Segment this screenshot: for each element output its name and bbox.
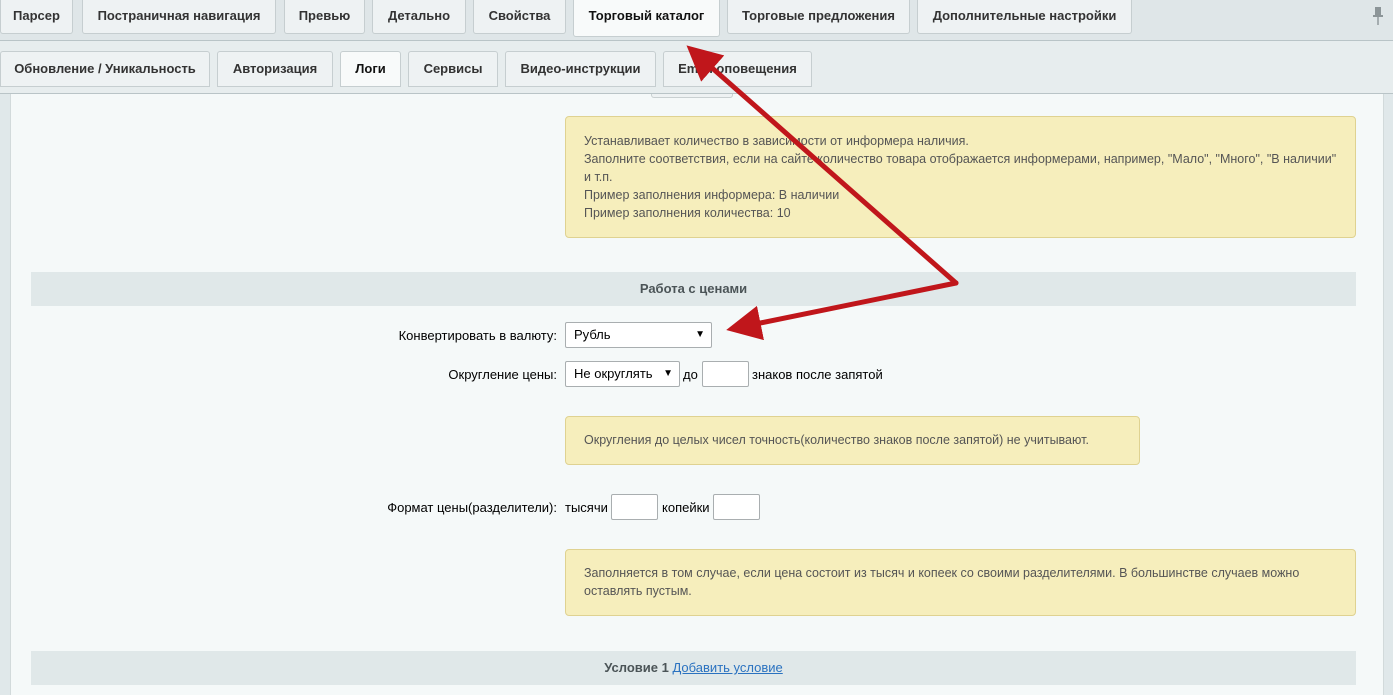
tab-pagination[interactable]: Постраничная навигация <box>82 0 276 34</box>
price-format-label: Формат цены(разделители): <box>387 500 557 515</box>
tab-detail[interactable]: Детально <box>372 0 466 34</box>
pin-icon[interactable] <box>1371 6 1385 26</box>
sub-tabs-bar: Обновление / Уникальность Авторизация Ло… <box>0 41 1393 94</box>
tab-preview[interactable]: Превью <box>284 0 365 34</box>
quantity-info-line2: Заполните соответствия, если на сайте ко… <box>584 152 1337 184</box>
currency-select-value: Рубль <box>574 327 611 342</box>
rounding-digits-input[interactable] <box>702 361 749 387</box>
tab-services[interactable]: Сервисы <box>408 51 498 87</box>
tab-parser[interactable]: Парсер <box>0 0 73 34</box>
rounding-label: Округление цены: <box>448 367 557 382</box>
rounding-select-value: Не округлять <box>574 366 653 381</box>
tab-logs[interactable]: Логи <box>340 51 401 87</box>
tab-update-uniqueness[interactable]: Обновление / Уникальность <box>0 51 210 87</box>
rounding-info-note: Округления до целых чисел точность(колич… <box>565 416 1140 465</box>
add-condition-link[interactable]: Добавить условие <box>672 660 782 675</box>
rounding-select[interactable]: Не округлять ▼ <box>565 361 680 387</box>
convert-currency-label: Конвертировать в валюту: <box>398 328 557 343</box>
format-info-note: Заполняется в том случае, если цена сост… <box>565 549 1356 616</box>
quantity-info-line4: Пример заполнения количества: 10 <box>584 206 791 220</box>
format-info-text: Заполняется в том случае, если цена сост… <box>584 566 1300 598</box>
main-tabs-bar: Парсер Постраничная навигация Превью Дет… <box>0 0 1393 41</box>
dropdown-arrow-icon: ▼ <box>695 329 705 340</box>
condition-title: Условие 1 <box>604 660 669 675</box>
quantity-info-line3: Пример заполнения информера: В наличии <box>584 188 840 202</box>
condition-section-header: Условие 1 Добавить условие <box>31 651 1356 685</box>
rounding-suffix-label: знаков после запятой <box>752 367 883 382</box>
tab-video-instructions[interactable]: Видео-инструкции <box>505 51 656 87</box>
thousands-label: тысячи <box>565 500 608 515</box>
tab-email-notifications[interactable]: Email оповещения <box>663 51 812 87</box>
scroll-stub <box>651 94 733 98</box>
quantity-info-note: Устанавливает количество в зависимости о… <box>565 116 1356 238</box>
thousands-separator-input[interactable] <box>611 494 658 520</box>
tab-authorization[interactable]: Авторизация <box>217 51 333 87</box>
dropdown-arrow-icon: ▼ <box>663 368 673 379</box>
kopecks-separator-input[interactable] <box>713 494 760 520</box>
rounding-info-text: Округления до целых чисел точность(колич… <box>584 433 1089 447</box>
currency-select[interactable]: Рубль ▼ <box>565 322 712 348</box>
kopecks-label: копейки <box>662 500 710 515</box>
tab-properties[interactable]: Свойства <box>473 0 566 34</box>
rounding-to-label: до <box>683 367 698 382</box>
tab-trade-offers[interactable]: Торговые предложения <box>727 0 910 34</box>
settings-panel: Устанавливает количество в зависимости о… <box>10 94 1384 695</box>
tab-trade-catalog[interactable]: Торговый каталог <box>573 0 720 37</box>
tab-additional-settings[interactable]: Дополнительные настройки <box>917 0 1132 34</box>
prices-section-header: Работа с ценами <box>31 272 1356 306</box>
quantity-info-line1: Устанавливает количество в зависимости о… <box>584 134 969 148</box>
